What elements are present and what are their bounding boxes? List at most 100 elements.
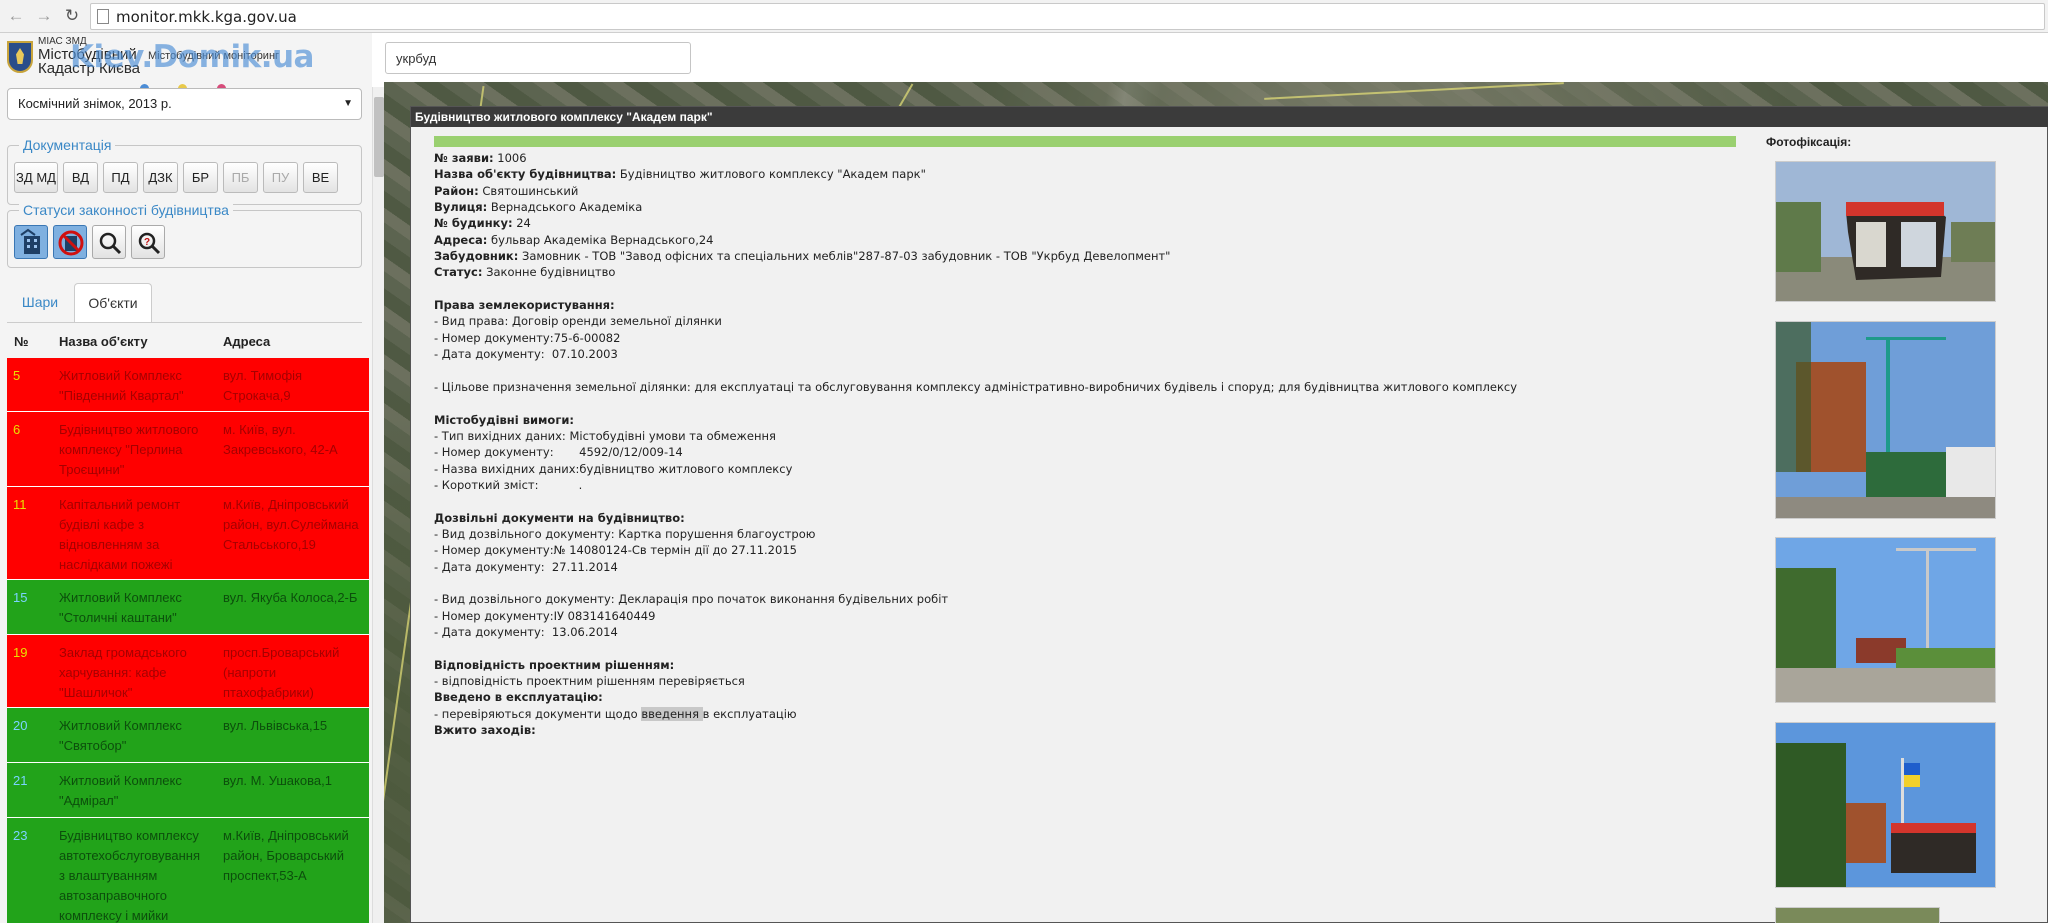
row-address: вул. Якуба Колоса,2-Б — [223, 590, 358, 605]
table-row[interactable]: 19 Заклад громадського харчування: кафе … — [7, 635, 369, 708]
photo-thumbnail[interactable] — [1775, 537, 1996, 703]
reload-icon[interactable]: ↻ — [61, 5, 83, 27]
search-input[interactable] — [385, 42, 691, 74]
table-row[interactable]: 23 Будівництво комплексу автотехобслугов… — [7, 818, 369, 923]
info-line — [434, 362, 1714, 378]
info-line — [434, 395, 1714, 411]
legal-construction-toggle[interactable] — [14, 225, 48, 259]
doc-button-vd[interactable]: ВД — [63, 162, 98, 193]
table-row[interactable]: 20 Житловий Комплекс "Святобор" вул. Льв… — [7, 708, 369, 763]
photo-thumbnail[interactable] — [1775, 321, 1996, 519]
back-icon[interactable]: ← — [5, 5, 27, 27]
doc-button-br[interactable]: БР — [183, 162, 218, 193]
table-row[interactable]: 21 Житловий Комплекс "Адмірал" вул. М. У… — [7, 763, 369, 818]
info-line — [434, 493, 1714, 509]
layer-select-value: Космічний знімок, 2013 р. — [18, 96, 172, 111]
info-line: - Назва вихідних даних:будівництво житло… — [434, 461, 1714, 477]
watermark: Kiev.Domik.ua — [70, 39, 314, 75]
row-name: Будівництво комплексу автотехобслуговува… — [59, 828, 201, 923]
photo-thumbnail[interactable] — [1775, 907, 1940, 923]
popup-title: Будівництво житлового комплексу "Академ … — [411, 107, 2048, 127]
tab-layers[interactable]: Шари — [10, 283, 70, 323]
url-text: monitor.mkk.kga.gov.ua — [116, 8, 297, 26]
left-panel-scrollbar[interactable] — [372, 87, 384, 923]
row-address: вул. Тимофія Строкача,9 — [223, 368, 303, 403]
row-number: 6 — [13, 422, 21, 437]
info-value: - Цільове призначення земельної ділянки:… — [434, 379, 1518, 394]
table-row[interactable]: 6 Будівництво житлового комплексу "Перли… — [7, 412, 369, 487]
info-value: - Короткий зміст: . — [434, 477, 583, 492]
photo-site-with-flags — [1776, 723, 1995, 887]
photo-sales-office — [1776, 162, 1995, 301]
photo-thumbnail[interactable] — [1775, 161, 1996, 302]
info-line: - Номер документу:№ 14080124-Св термін д… — [434, 542, 1714, 558]
row-number: 15 — [13, 590, 28, 605]
object-info-text: № заяви: 1006 Назва об'єкту будівництва: … — [434, 150, 1714, 738]
row-address: вул. Львівська,15 — [223, 718, 328, 733]
info-line: - відповідність проектним рішенням перев… — [434, 673, 1714, 689]
layer-select[interactable]: Космічний знімок, 2013 р. ▼ — [7, 88, 362, 120]
row-name: Житловий Комплекс "Адмірал" — [59, 773, 182, 808]
doc-button-ve[interactable]: ВЕ — [303, 162, 338, 193]
info-line: - Номер документу: 4592/0/12/009-14 — [434, 444, 1714, 460]
table-row[interactable]: 5 Житловий Комплекс "Південний Квартал" … — [7, 358, 369, 412]
row-name: Заклад громадського харчування: кафе "Ша… — [59, 645, 187, 700]
info-line: Забудовник: Замовник - ТОВ "Завод офісни… — [434, 248, 1714, 264]
info-label: Вжито заходів: — [434, 723, 536, 738]
info-value: - Дата документу: 07.10.2003 — [434, 347, 618, 362]
info-line: - Вид дозвільного документу: Декларація … — [434, 591, 1714, 607]
info-line: Введено в експлуатацію: — [434, 689, 1714, 705]
info-value: - Назва вихідних даних:будівництво житло… — [434, 461, 793, 476]
doc-button-dzk[interactable]: ДЗК — [143, 162, 178, 193]
info-line: - Короткий зміст: . — [434, 477, 1714, 493]
info-value: Законне будівництво — [482, 265, 616, 280]
address-bar[interactable]: monitor.mkk.kga.gov.ua — [90, 3, 2045, 30]
info-label: Статус: — [434, 265, 483, 280]
photo-construction-site — [1776, 322, 1995, 518]
info-line: Права землекористування: — [434, 297, 1714, 313]
scrollbar-thumb[interactable] — [374, 97, 384, 177]
logo[interactable]: МІАС ЗМД Містобудівний Кадастр Києва Міс… — [0, 33, 372, 93]
kyiv-emblem-icon — [7, 41, 33, 73]
row-number: 19 — [13, 645, 28, 660]
info-line: Вулиця: Вернадського Академіка — [434, 199, 1714, 215]
svg-text:?: ? — [144, 237, 150, 248]
row-number: 11 — [13, 497, 27, 512]
info-line: - Дата документу: 13.06.2014 — [434, 624, 1714, 640]
info-value: Будівництво житлового комплексу "Академ … — [616, 167, 926, 182]
info-label: Дозвільні документи на будівництво: — [434, 510, 685, 525]
photo-thumbnail[interactable] — [1775, 722, 1996, 888]
info-line — [434, 640, 1714, 656]
map-road — [1264, 82, 1564, 100]
table-row[interactable]: 15 Житловий Комплекс "Столичні каштани" … — [7, 580, 369, 635]
info-value: Вернадського Академіка — [487, 200, 643, 215]
doc-button-pb[interactable]: ПБ — [223, 162, 258, 193]
info-value: 24 — [512, 216, 531, 231]
magnifier-icon — [99, 232, 122, 255]
info-line: - Номер документу:75-6-00082 — [434, 330, 1714, 346]
table-row[interactable]: 11 Капітальний ремонт будівлі кафе з від… — [7, 487, 369, 580]
info-label: Назва об'єкту будівництва: — [434, 167, 617, 182]
prohibited-building-icon — [58, 230, 84, 256]
info-value: - Дата документу: 27.11.2014 — [434, 559, 618, 574]
forward-icon[interactable]: → — [33, 5, 55, 27]
info-line: - Дата документу: 27.11.2014 — [434, 559, 1714, 575]
row-name: Житловий Комплекс "Південний Квартал" — [59, 368, 184, 403]
doc-button-pd[interactable]: ПД — [103, 162, 138, 193]
info-line: - Вид права: Договір оренди земельної ді… — [434, 313, 1714, 329]
info-label: № будинку: — [434, 216, 513, 231]
info-label: Адреса: — [434, 232, 488, 247]
illegal-construction-toggle[interactable] — [53, 225, 87, 259]
column-header-number: № — [14, 334, 29, 349]
doc-button-zd-md[interactable]: ЗД МД — [14, 162, 58, 193]
doc-button-pu[interactable]: ПУ — [263, 162, 298, 193]
info-line: № будинку: 24 — [434, 215, 1714, 231]
info-line: Статус: Законне будівництво — [434, 264, 1714, 280]
info-label: Містобудівні вимоги: — [434, 412, 574, 427]
unknown-status-toggle[interactable]: ? — [131, 225, 165, 259]
info-line: № заяви: 1006 — [434, 150, 1714, 166]
under-review-toggle[interactable] — [92, 225, 126, 259]
statuses-group: Статуси законності будівництва ? — [7, 202, 362, 268]
column-header-address: Адреса — [223, 334, 271, 349]
tab-objects[interactable]: Об'єкти — [74, 283, 152, 323]
